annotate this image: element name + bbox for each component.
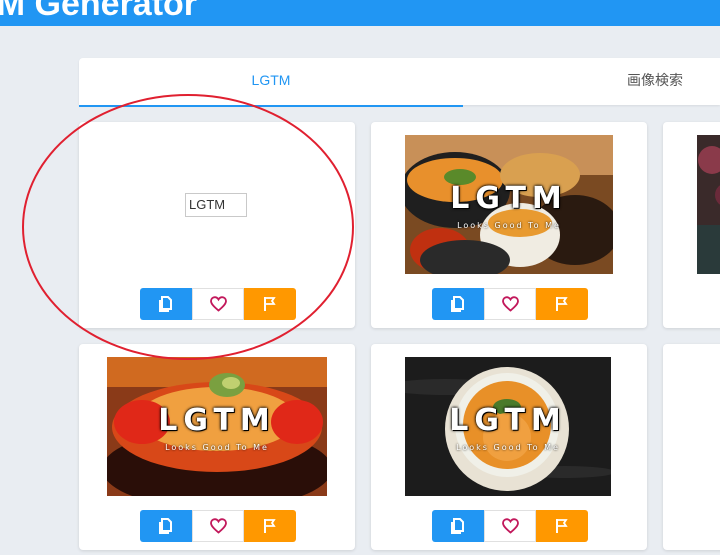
lgtm-card: LGTM Looks Good To Me [371,344,647,550]
lgtm-overlay-text: LGTM [449,403,567,438]
card-actions [432,510,588,542]
lgtm-image[interactable]: LGTM Looks Good To Me [107,357,327,496]
lgtm-card: LGTM [79,122,355,328]
flag-icon [556,519,568,533]
report-button[interactable] [536,288,588,320]
broken-image: LGTM [185,193,247,217]
favorite-button[interactable] [484,288,536,320]
favorite-button[interactable] [192,288,244,320]
copy-button[interactable] [140,510,192,542]
heart-icon [209,296,227,312]
copy-icon [159,518,172,534]
report-button[interactable] [244,288,296,320]
lgtm-overlay-text: LGTM [158,403,276,438]
copy-button[interactable] [432,510,484,542]
favorite-button[interactable] [192,510,244,542]
favorite-button[interactable] [484,510,536,542]
lgtm-overlay-subtext: Looks Good To Me [165,443,269,452]
copy-icon [451,296,464,312]
report-button[interactable] [536,510,588,542]
lgtm-card: LGTM Looks Good To Me [79,344,355,550]
flag-icon [556,297,568,311]
lgtm-overlay-subtext: Looks Good To Me [456,443,560,452]
lgtm-overlay-subtext: Looks Good To Me [457,221,561,230]
flag-icon [264,519,276,533]
lgtm-card [663,122,720,328]
app-bar: TM Generator [0,0,720,26]
copy-icon [451,518,464,534]
flag-icon [264,297,276,311]
card-actions [432,288,588,320]
card-actions [140,510,296,542]
food-photo [697,135,720,274]
heart-icon [501,518,519,534]
copy-button[interactable] [432,288,484,320]
heart-icon [209,518,227,534]
lgtm-card [663,344,720,550]
tab-image-search[interactable]: 画像検索 [463,58,720,105]
lgtm-card: LGTM Looks Good To Me [371,122,647,328]
copy-button[interactable] [140,288,192,320]
app-title: TM Generator [0,0,198,23]
card-actions [140,288,296,320]
lgtm-image[interactable]: LGTM Looks Good To Me [405,135,613,274]
lgtm-image[interactable] [697,135,720,274]
tab-bar: LGTM 画像検索 [79,58,720,107]
tab-lgtm[interactable]: LGTM [79,58,463,107]
copy-icon [159,296,172,312]
lgtm-overlay-text: LGTM [450,181,568,216]
report-button[interactable] [244,510,296,542]
heart-icon [501,296,519,312]
lgtm-image[interactable]: LGTM Looks Good To Me [405,357,611,496]
